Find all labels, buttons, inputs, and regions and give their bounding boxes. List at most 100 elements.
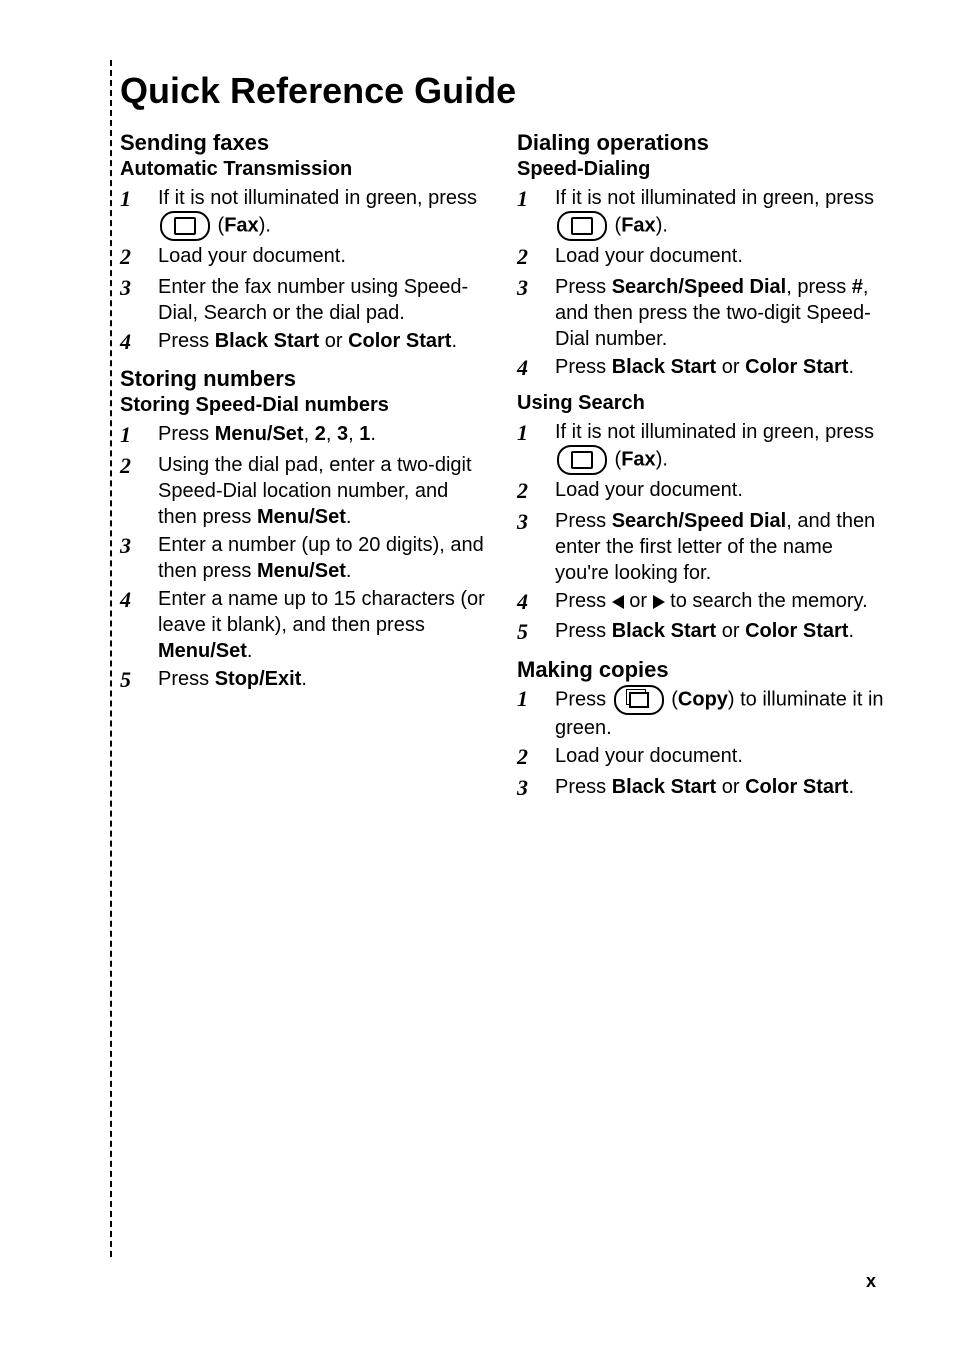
cut-line bbox=[110, 60, 112, 1257]
section-dialing-ops: Dialing operations bbox=[517, 130, 884, 156]
text: Press bbox=[158, 668, 215, 690]
step: 4 Enter a name up to 15 characters (or l… bbox=[120, 586, 487, 664]
step: 2 Load your document. bbox=[517, 743, 884, 772]
step-text: Press Search/Speed Dial, press #, and th… bbox=[555, 274, 884, 352]
text: Stop/Exit bbox=[215, 668, 302, 690]
text: # bbox=[852, 276, 863, 298]
step: 1 If it is not illuminated in green, pre… bbox=[120, 185, 487, 241]
step-number: 2 bbox=[120, 243, 158, 272]
text: Menu/Set bbox=[215, 423, 304, 445]
steps-speed-dialing: 1 If it is not illuminated in green, pre… bbox=[517, 185, 884, 382]
step-text: Load your document. bbox=[555, 243, 884, 272]
step: 1 Press Menu/Set, 2, 3, 1. bbox=[120, 421, 487, 450]
step-number: 1 bbox=[517, 685, 555, 741]
left-column: Sending faxes Automatic Transmission 1 I… bbox=[120, 130, 487, 812]
step-number: 2 bbox=[517, 243, 555, 272]
steps-making-copies: 1 Press (Copy) to illuminate it in green… bbox=[517, 685, 884, 802]
step: 4 Press or to search the memory. bbox=[517, 588, 884, 617]
step-number: 5 bbox=[120, 666, 158, 695]
text: Enter a name up to 15 characters (or lea… bbox=[158, 588, 485, 636]
text: Press bbox=[555, 356, 612, 378]
text: Black Start bbox=[612, 776, 717, 798]
text: Press bbox=[555, 620, 612, 642]
text: Menu/Set bbox=[257, 560, 346, 582]
step-number: 3 bbox=[517, 508, 555, 586]
right-arrow-icon bbox=[653, 595, 665, 609]
step-text: Load your document. bbox=[555, 477, 884, 506]
text: ( bbox=[212, 214, 224, 236]
step: 3 Press Black Start or Color Start. bbox=[517, 774, 884, 803]
subsection-storing-speed-dial: Storing Speed-Dial numbers bbox=[120, 394, 487, 417]
steps-using-search: 1 If it is not illuminated in green, pre… bbox=[517, 419, 884, 647]
step-text: Using the dial pad, enter a two-digit Sp… bbox=[158, 452, 487, 530]
text: Color Start bbox=[745, 776, 848, 798]
step-number: 3 bbox=[517, 274, 555, 352]
step: 3 Press Search/Speed Dial, and then ente… bbox=[517, 508, 884, 586]
step-number: 1 bbox=[517, 419, 555, 475]
step-text: Press Search/Speed Dial, and then enter … bbox=[555, 508, 884, 586]
step-number: 2 bbox=[120, 452, 158, 530]
step-number: 1 bbox=[120, 421, 158, 450]
step-number: 5 bbox=[517, 618, 555, 647]
text: If it is not illuminated in green, press bbox=[555, 187, 874, 209]
step-text: Press Black Start or Color Start. bbox=[555, 354, 884, 383]
step-number: 2 bbox=[517, 477, 555, 506]
step: 5 Press Stop/Exit. bbox=[120, 666, 487, 695]
step: 4 Press Black Start or Color Start. bbox=[517, 354, 884, 383]
steps-auto-transmission: 1 If it is not illuminated in green, pre… bbox=[120, 185, 487, 356]
text: . bbox=[848, 776, 854, 798]
page-title: Quick Reference Guide bbox=[120, 70, 884, 112]
step: 2 Using the dial pad, enter a two-digit … bbox=[120, 452, 487, 530]
step-number: 3 bbox=[120, 274, 158, 326]
text: , bbox=[304, 423, 315, 445]
text: Fax bbox=[621, 214, 655, 236]
step-text: Load your document. bbox=[555, 743, 884, 772]
step: 1 Press (Copy) to illuminate it in green… bbox=[517, 685, 884, 741]
step-text: If it is not illuminated in green, press… bbox=[555, 419, 884, 475]
text: Press bbox=[555, 510, 612, 532]
text: Press bbox=[555, 590, 612, 612]
step-number: 3 bbox=[517, 774, 555, 803]
step-number: 4 bbox=[120, 586, 158, 664]
step-number: 1 bbox=[120, 185, 158, 241]
text: ). bbox=[656, 448, 668, 470]
step: 2 Load your document. bbox=[120, 243, 487, 272]
text: . bbox=[848, 620, 854, 642]
text: . bbox=[301, 668, 307, 690]
step-number: 4 bbox=[120, 328, 158, 357]
text: or bbox=[716, 776, 745, 798]
copy-icon bbox=[614, 685, 664, 715]
text: 1 bbox=[359, 423, 370, 445]
step-text: Load your document. bbox=[158, 243, 487, 272]
text: Fax bbox=[621, 448, 655, 470]
text: Color Start bbox=[745, 620, 848, 642]
text: Color Start bbox=[745, 356, 848, 378]
text: Black Start bbox=[612, 356, 717, 378]
page-number: x bbox=[866, 1271, 876, 1292]
text: . bbox=[451, 330, 457, 352]
text: If it is not illuminated in green, press bbox=[555, 421, 874, 443]
section-storing-numbers: Storing numbers bbox=[120, 366, 487, 392]
step-text: If it is not illuminated in green, press… bbox=[555, 185, 884, 241]
text: to search the memory. bbox=[665, 590, 868, 612]
left-arrow-icon bbox=[612, 595, 624, 609]
step-text: Enter a name up to 15 characters (or lea… bbox=[158, 586, 487, 664]
text: ). bbox=[656, 214, 668, 236]
step: 3 Enter the fax number using Speed-Dial,… bbox=[120, 274, 487, 326]
text: Fax bbox=[224, 214, 258, 236]
text: Copy bbox=[678, 688, 728, 710]
text: Black Start bbox=[612, 620, 717, 642]
text: . bbox=[848, 356, 854, 378]
text: or bbox=[319, 330, 348, 352]
step: 2 Load your document. bbox=[517, 477, 884, 506]
subsection-using-search: Using Search bbox=[517, 392, 884, 415]
step: 4 Press Black Start or Color Start. bbox=[120, 328, 487, 357]
text: ( bbox=[666, 688, 678, 710]
step-text: Press or to search the memory. bbox=[555, 588, 884, 617]
step-text: Press (Copy) to illuminate it in green. bbox=[555, 685, 884, 741]
text: or bbox=[716, 620, 745, 642]
step-text: If it is not illuminated in green, press… bbox=[158, 185, 487, 241]
step: 1 If it is not illuminated in green, pre… bbox=[517, 185, 884, 241]
text: . bbox=[247, 640, 253, 662]
step: 5 Press Black Start or Color Start. bbox=[517, 618, 884, 647]
